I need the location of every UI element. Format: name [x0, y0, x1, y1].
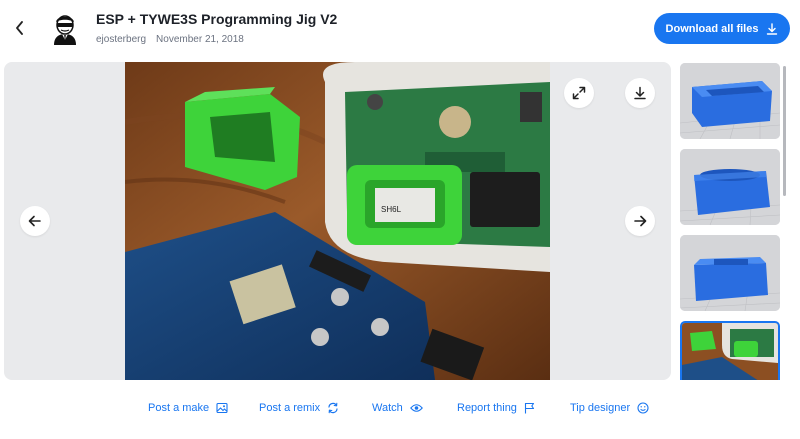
download-icon	[634, 86, 646, 100]
report-thing-label: Report thing	[457, 402, 517, 414]
designer-avatar[interactable]	[50, 13, 80, 45]
thumbnail-render	[680, 63, 780, 139]
watch-label: Watch	[372, 402, 403, 414]
image-viewer: SH6L	[4, 62, 671, 380]
module-label: SH6L	[381, 205, 402, 214]
download-icon	[767, 22, 778, 35]
flag-icon	[524, 402, 534, 414]
tip-designer-label: Tip designer	[570, 402, 631, 414]
remix-icon	[328, 402, 338, 414]
thumbnail-4[interactable]	[680, 321, 780, 380]
post-remix-label: Post a remix	[259, 402, 321, 414]
download-image-button[interactable]	[625, 78, 655, 108]
publish-date: November 21, 2018	[156, 34, 244, 45]
thumbnail-render	[680, 235, 780, 311]
page-title: ESP + TYWE3S Programming Jig V2	[96, 11, 338, 27]
thumbnail-scrollbar[interactable]	[783, 66, 786, 196]
thumbnail-1[interactable]	[680, 63, 780, 139]
author-link[interactable]: ejosterberg	[96, 34, 146, 45]
watch-button[interactable]: Watch	[372, 402, 423, 414]
photo-image: SH6L	[125, 62, 550, 380]
thumbnail-render	[680, 149, 780, 225]
image-icon	[216, 402, 228, 414]
thumbnail-strip	[679, 62, 791, 380]
download-all-button[interactable]: Download all files	[654, 13, 790, 44]
thumbnail-3[interactable]	[680, 235, 780, 311]
thumbnail-photo	[682, 323, 778, 380]
tip-designer-button[interactable]: Tip designer	[570, 402, 649, 414]
expand-icon	[572, 86, 586, 100]
next-image-button[interactable]	[625, 206, 655, 236]
action-bar: Post a make Post a remix Watch Report th…	[0, 402, 800, 420]
prev-arrow-icon	[28, 215, 41, 227]
back-button[interactable]	[8, 16, 32, 40]
main-photo[interactable]: SH6L	[125, 62, 550, 380]
thumbnail-2[interactable]	[680, 149, 780, 225]
report-thing-button[interactable]: Report thing	[457, 402, 535, 414]
next-arrow-icon	[634, 215, 647, 227]
thing-meta: ejosterberg November 21, 2018	[96, 34, 244, 45]
back-arrow-icon	[16, 21, 23, 35]
post-remix-button[interactable]: Post a remix	[259, 402, 339, 414]
post-make-label: Post a make	[148, 402, 210, 414]
previous-image-button[interactable]	[20, 206, 50, 236]
post-make-button[interactable]: Post a make	[148, 402, 228, 414]
download-all-label: Download all files	[665, 22, 759, 35]
eye-icon	[409, 404, 423, 412]
smiley-icon	[637, 402, 649, 414]
fullscreen-button[interactable]	[564, 78, 594, 108]
designer-avatar-icon	[54, 15, 76, 45]
